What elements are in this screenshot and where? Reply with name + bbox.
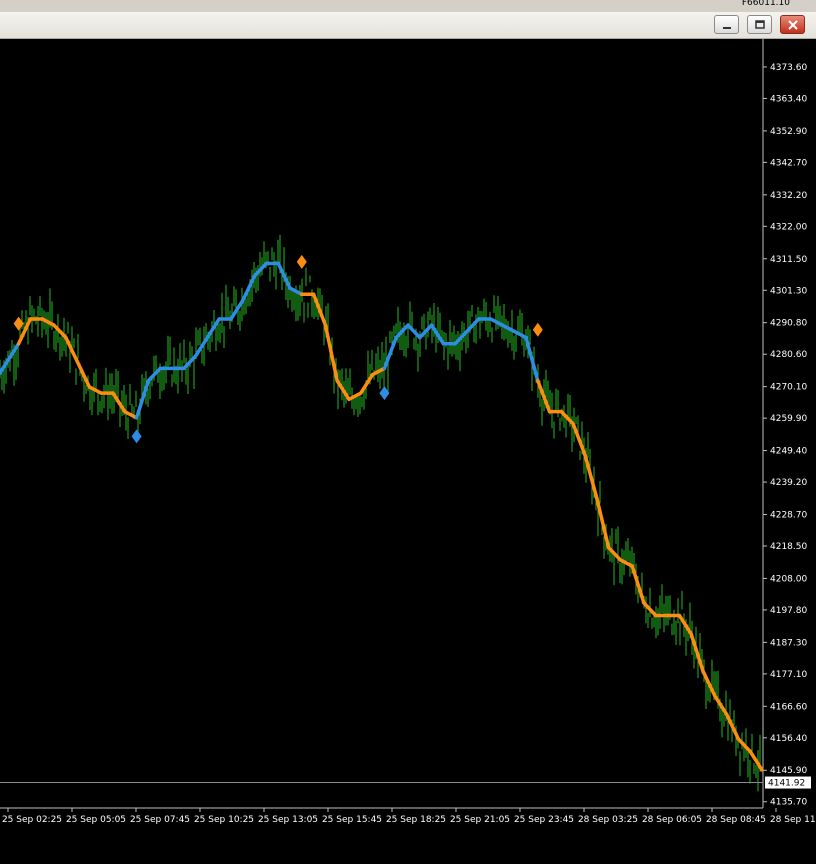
y-tick-label: 4228.70	[770, 510, 807, 520]
y-tick-label: 4197.80	[770, 606, 807, 616]
signal-diamond	[131, 429, 142, 444]
trend-line-segment	[111, 391, 127, 414]
y-tick-label: 4177.10	[770, 670, 807, 680]
x-tick-label: 28 Sep 08:45	[706, 815, 766, 825]
y-tick-label: 4301.30	[770, 286, 807, 296]
trend-line-segment	[583, 453, 599, 500]
close-icon	[788, 20, 798, 30]
trend-line-segment	[689, 632, 705, 673]
signal-diamond	[296, 254, 307, 269]
y-tick-label: 4332.20	[770, 191, 807, 201]
minimize-button[interactable]	[714, 15, 739, 34]
y-tick-label: 4363.40	[770, 94, 807, 104]
y-tick-label: 4290.80	[770, 319, 807, 329]
trend-line-segment	[205, 317, 221, 340]
trend-line-segment	[571, 422, 587, 457]
y-tick-label: 4166.60	[770, 702, 807, 712]
price-chart[interactable]: 4373.60 4363.40 4352.90 4342.70 4332.20 4322.…	[0, 39, 816, 864]
x-tick-label: 25 Sep 10:25	[194, 815, 254, 825]
trend-line-segment	[713, 694, 729, 717]
y-tick-label: 4135.70	[770, 798, 807, 808]
trend-line-segment	[677, 613, 693, 636]
trend-line-segment	[323, 323, 339, 383]
y-tick-label: 4249.40	[770, 447, 807, 457]
y-tick-label: 4145.90	[770, 766, 807, 776]
x-tick-label: 25 Sep 07:45	[130, 815, 190, 825]
trend-line-segment	[701, 669, 717, 698]
trend-line-segment	[335, 379, 351, 402]
x-tick-label: 25 Sep 18:25	[386, 815, 446, 825]
x-tick-label: 28 Sep 03:25	[578, 815, 638, 825]
top-strip: F66011.10	[0, 0, 816, 12]
x-tick-label: 28 Sep 06:05	[642, 815, 702, 825]
signal-diamond	[532, 322, 543, 337]
y-tick-label: 4156.40	[770, 734, 807, 744]
y-tick-label: 4208.00	[770, 574, 807, 584]
trend-line-segment	[5, 341, 21, 364]
trend-line-segment	[241, 273, 257, 303]
restore-button[interactable]	[747, 15, 772, 34]
y-tick-label: 4342.70	[770, 158, 807, 168]
y-tick-label: 4218.50	[770, 542, 807, 552]
trend-line-segment	[465, 317, 481, 334]
trend-line-segment	[406, 323, 422, 340]
chart-canvas[interactable]: 4373.60 4363.40 4352.90 4342.70 4332.20 4322.…	[0, 39, 816, 864]
x-tick-label: 25 Sep 23:45	[514, 815, 574, 825]
x-tick-label: 25 Sep 02:25	[2, 815, 62, 825]
y-tick-label: 4373.60	[770, 63, 807, 73]
y-tick-label: 4322.00	[770, 222, 807, 232]
close-button[interactable]	[780, 15, 805, 34]
x-tick-label: 25 Sep 13:05	[258, 815, 318, 825]
y-tick-label: 4311.50	[770, 255, 807, 265]
x-tick-label: 25 Sep 05:05	[66, 815, 126, 825]
x-tick-label: 25 Sep 15:45	[322, 815, 382, 825]
y-tick-label: 4187.30	[770, 638, 807, 648]
chart-window-titlebar[interactable]	[0, 12, 816, 39]
trend-line-segment	[559, 409, 575, 426]
trend-line-segment	[359, 372, 375, 395]
trend-line-segment	[123, 409, 139, 420]
top-strip-value: F66011.10	[741, 0, 790, 8]
restore-icon	[755, 20, 765, 29]
trend-line-segment	[595, 496, 611, 550]
trend-line-segment	[229, 298, 245, 321]
trend-line-segment	[453, 329, 469, 346]
y-tick-label: 4270.10	[770, 383, 807, 393]
trend-line-segment	[347, 391, 363, 402]
minimize-icon	[723, 27, 731, 29]
y-tick-label: 4352.90	[770, 127, 807, 137]
y-tick-label: 4239.20	[770, 478, 807, 488]
trend-line-segment	[87, 385, 103, 395]
y-tick-label: 4259.90	[770, 414, 807, 424]
x-tick-label: 25 Sep 21:05	[450, 815, 510, 825]
current-price-label: 4141.92	[768, 779, 805, 789]
x-tick-label: 28 Sep 11:25	[770, 815, 816, 825]
y-tick-label: 4280.60	[770, 350, 807, 360]
